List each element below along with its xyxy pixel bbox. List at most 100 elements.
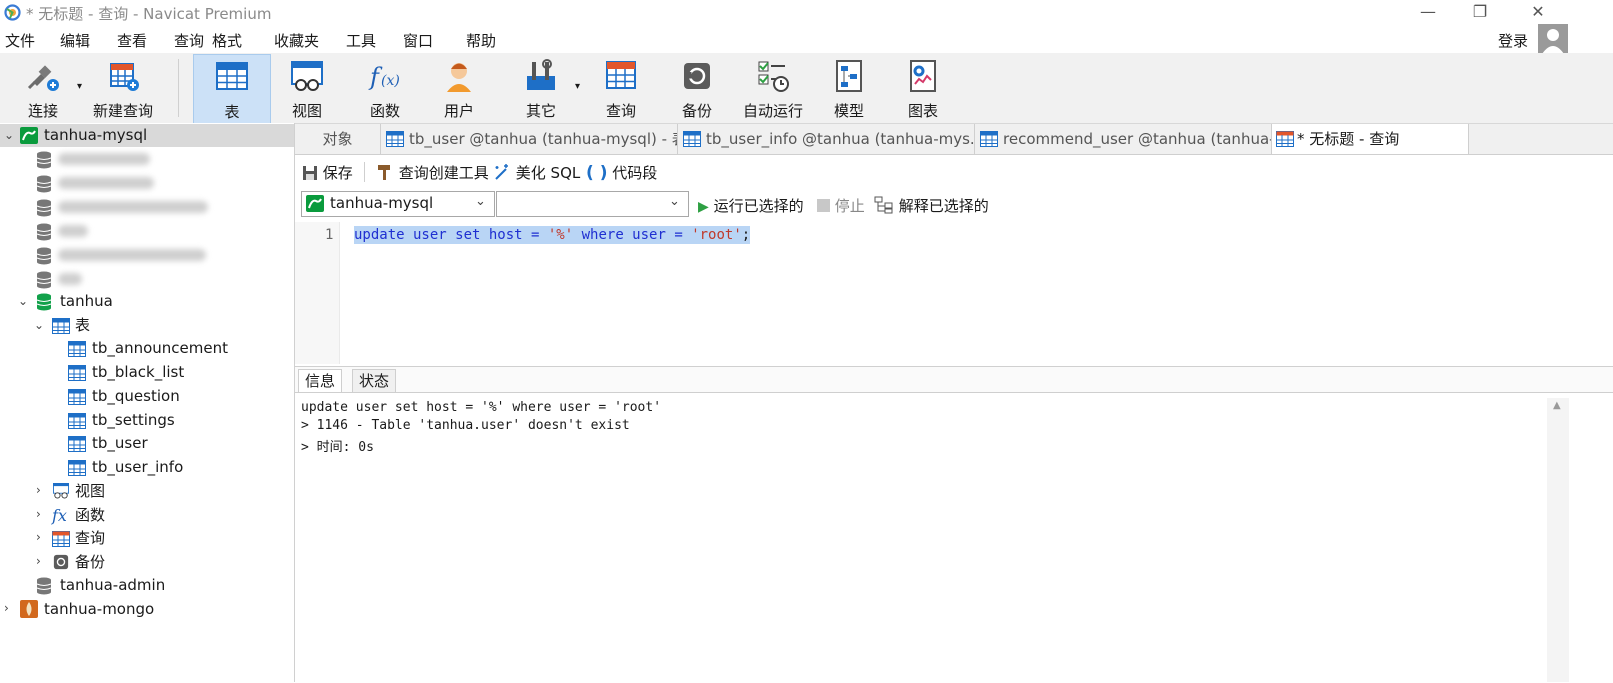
tree-table-item[interactable]: tb_settings <box>0 409 294 432</box>
menu-edit[interactable]: 编辑 <box>60 30 90 51</box>
query-button[interactable]: 查询 <box>588 54 654 122</box>
tab-info[interactable]: 信息 <box>298 369 343 393</box>
chevron-down-icon[interactable]: ⌄ <box>4 129 14 141</box>
sql-keyword: where user = <box>573 227 692 243</box>
vertical-scrollbar[interactable]: ▲ <box>1547 398 1569 682</box>
backup-icon <box>53 554 69 570</box>
function-button[interactable]: f (x) 函数 <box>352 54 418 122</box>
tree-table-item[interactable]: tb_black_list <box>0 361 294 384</box>
stop-button[interactable]: 停止 <box>817 195 865 216</box>
connect-button[interactable]: 连接 <box>14 54 72 122</box>
run-selected-label: 运行已选择的 <box>713 197 804 215</box>
tree-table-item[interactable]: tb_user <box>0 432 294 455</box>
window-title: * 无标题 - 查询 - Navicat Premium <box>26 5 272 23</box>
save-button[interactable]: 保存 <box>302 162 353 183</box>
sql-string: 'root' <box>691 227 742 243</box>
chevron-right-icon[interactable]: › <box>4 602 14 614</box>
menu-favorites[interactable]: 收藏夹 <box>274 30 319 51</box>
function-icon: fx <box>52 506 67 525</box>
code-snippet-button[interactable]: ( ) 代码段 <box>586 162 657 183</box>
tree-db-tanhua-admin[interactable]: tanhua-admin <box>0 574 294 597</box>
query-builder-button[interactable]: 查询创建工具 <box>376 162 489 183</box>
tree-node-views[interactable]: › 视图 <box>0 480 294 503</box>
tree-node-functions[interactable]: › fx 函数 <box>0 504 294 527</box>
connection-label: tanhua-mysql <box>44 126 148 144</box>
chevron-right-icon[interactable]: › <box>36 484 46 496</box>
chart-button[interactable]: 图表 <box>890 54 956 122</box>
view-button[interactable]: 视图 <box>274 54 340 122</box>
menu-tools[interactable]: 工具 <box>346 30 376 51</box>
backups-node-label: 备份 <box>75 553 106 571</box>
database-select[interactable]: ⌄ <box>496 191 689 217</box>
database-icon <box>36 247 52 265</box>
other-label: 其它 <box>525 102 556 120</box>
close-button[interactable]: ✕ <box>1528 2 1548 22</box>
tree-db-hidden-2[interactable] <box>0 172 294 195</box>
redacted-db-name <box>58 153 150 165</box>
tree-connection-tanhua-mongo[interactable]: › tanhua-mongo <box>0 598 294 621</box>
tree-db-hidden-3[interactable] <box>0 196 294 219</box>
new-query-button[interactable]: 新建查询 <box>90 54 156 122</box>
sql-line[interactable]: update user set host = '%' where user = … <box>354 226 751 244</box>
tree-node-backups[interactable]: › 备份 <box>0 551 294 574</box>
other-button[interactable]: 其它 <box>508 54 574 122</box>
query-icon <box>52 531 70 547</box>
menu-view[interactable]: 查看 <box>117 30 147 51</box>
tab-tb-user-info[interactable]: tb_user_info @tanhua (tanhua-mys... <box>678 124 975 154</box>
restore-button[interactable]: ❐ <box>1470 2 1490 22</box>
menu-file[interactable]: 文件 <box>5 30 35 51</box>
tree-table-item[interactable]: tb_question <box>0 385 294 408</box>
tree-db-hidden-6[interactable] <box>0 268 294 291</box>
menu-query[interactable]: 查询 <box>174 30 204 51</box>
table-icon <box>52 318 70 334</box>
user-icon <box>441 58 477 94</box>
query-icon <box>1276 131 1294 147</box>
chevron-right-icon[interactable]: › <box>36 531 46 543</box>
login-link[interactable]: 登录 <box>1498 30 1528 51</box>
tree-connection-tanhua-mysql[interactable]: ⌄ tanhua-mysql <box>0 124 294 147</box>
beautify-sql-button[interactable]: 美化 SQL <box>493 162 580 183</box>
tree-db-hidden-1[interactable] <box>0 148 294 171</box>
chevron-down-icon[interactable]: ⌄ <box>18 295 28 307</box>
db-label: tanhua-admin <box>60 576 166 594</box>
user-button[interactable]: 用户 <box>426 54 492 122</box>
tab-status[interactable]: 状态 <box>352 369 397 393</box>
builder-label: 查询创建工具 <box>398 164 489 182</box>
tab-label: 信息 <box>305 372 336 390</box>
tree-node-queries[interactable]: › 查询 <box>0 527 294 550</box>
brackets-icon: ( ) <box>586 163 608 183</box>
minimize-button[interactable]: — <box>1418 2 1438 22</box>
redacted-db-name <box>58 249 206 261</box>
connect-dropdown-icon[interactable]: ▾ <box>77 81 82 92</box>
tab-label: 对象 <box>322 130 353 148</box>
tab-recommend-user[interactable]: recommend_user @tanhua (tanhua-... <box>975 124 1272 154</box>
tab-objects[interactable]: 对象 <box>295 124 381 154</box>
model-button[interactable]: 模型 <box>816 54 882 122</box>
menu-window[interactable]: 窗口 <box>403 30 433 51</box>
table-button[interactable]: 表 <box>193 54 271 124</box>
tree-table-item[interactable]: tb_user_info <box>0 456 294 479</box>
avatar-icon[interactable] <box>1538 24 1568 54</box>
connection-select[interactable]: tanhua-mysql ⌄ <box>301 191 495 217</box>
backup-button[interactable]: 备份 <box>664 54 730 122</box>
scroll-up-icon[interactable]: ▲ <box>1553 400 1561 411</box>
tab-label: recommend_user @tanhua (tanhua-... <box>1003 130 1272 148</box>
menu-help[interactable]: 帮助 <box>466 30 496 51</box>
auto-run-button[interactable]: 自动运行 <box>738 54 808 122</box>
tree-db-tanhua[interactable]: ⌄ tanhua <box>0 290 294 313</box>
chevron-right-icon[interactable]: › <box>36 508 46 520</box>
tab-tb-user[interactable]: tb_user @tanhua (tanhua-mysql) - 表 <box>381 124 678 154</box>
menu-format[interactable]: 格式 <box>212 30 242 51</box>
explain-selected-button[interactable]: 解释已选择的 <box>874 195 989 216</box>
view-icon <box>289 58 325 94</box>
tree-table-item[interactable]: tb_announcement <box>0 337 294 360</box>
tree-node-tables[interactable]: ⌄ 表 <box>0 314 294 337</box>
result-message-panel: update user set host = '%' where user = … <box>295 392 1613 683</box>
run-selected-button[interactable]: ▶ 运行已选择的 <box>698 195 804 216</box>
tree-db-hidden-5[interactable] <box>0 244 294 267</box>
tab-untitled-query[interactable]: * 无标题 - 查询 <box>1272 124 1469 154</box>
other-dropdown-icon[interactable]: ▾ <box>575 81 580 92</box>
tree-db-hidden-4[interactable] <box>0 220 294 243</box>
chevron-down-icon[interactable]: ⌄ <box>34 319 44 331</box>
chevron-right-icon[interactable]: › <box>36 555 46 567</box>
